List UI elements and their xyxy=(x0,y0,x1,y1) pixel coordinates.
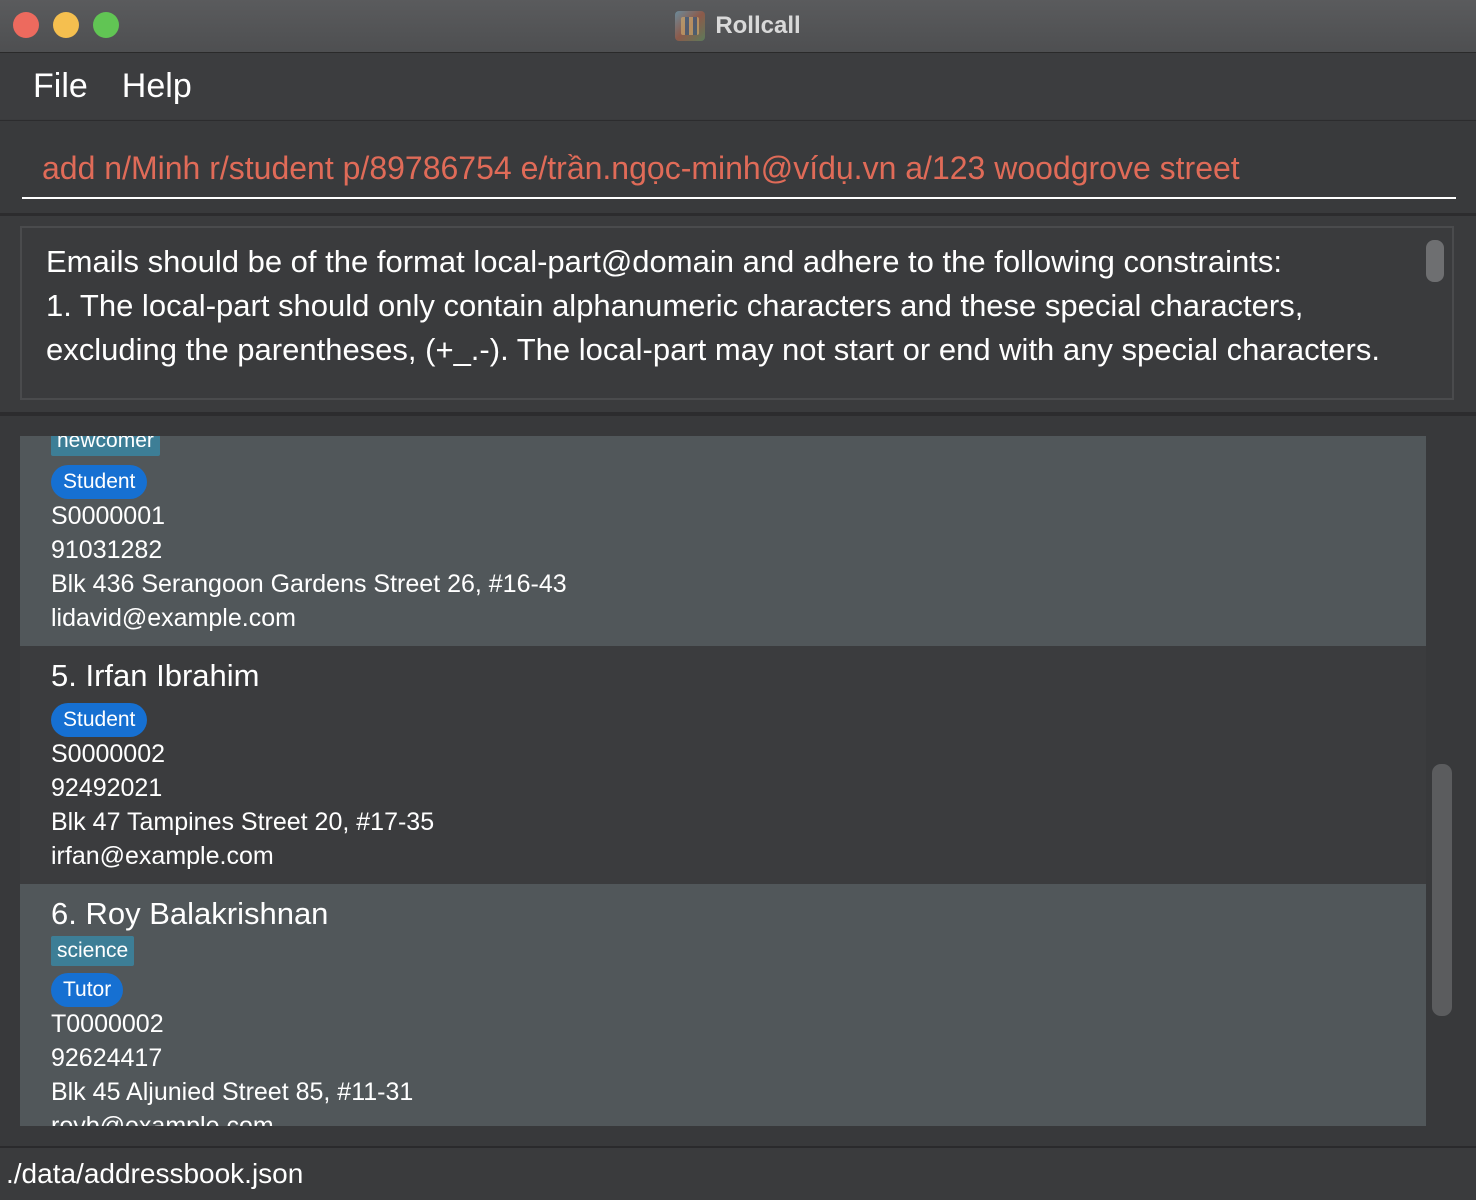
result-display-area: Emails should be of the format local-par… xyxy=(0,216,1476,416)
person-phone: 92624417 xyxy=(51,1044,163,1072)
app-window: Rollcall File Help Emails should be of t… xyxy=(0,0,1476,1200)
person-card[interactable]: 6. Roy Balakrishnan science Tutor T00000… xyxy=(20,884,1426,1126)
person-tag: science xyxy=(51,936,135,966)
menu-bar: File Help xyxy=(0,53,1476,119)
command-input[interactable] xyxy=(22,139,1456,199)
person-email: royb@example.com xyxy=(51,1112,274,1126)
window-title: Rollcall xyxy=(715,12,801,39)
person-role-badge: Student xyxy=(51,465,148,499)
title-group: Rollcall xyxy=(0,0,1476,52)
person-id: S0000002 xyxy=(51,740,166,768)
person-email: lidavid@example.com xyxy=(51,604,296,632)
command-box xyxy=(0,120,1476,217)
person-name: 5. Irfan Ibrahim xyxy=(51,658,260,693)
status-bar: ./data/addressbook.json xyxy=(0,1146,1476,1200)
person-role-badge: Tutor xyxy=(51,973,124,1007)
title-bar: Rollcall xyxy=(0,0,1476,53)
person-id: T0000002 xyxy=(51,1010,164,1038)
result-message: Emails should be of the format local-par… xyxy=(46,244,1380,367)
person-id: S0000001 xyxy=(51,502,166,530)
menu-help[interactable]: Help xyxy=(122,67,198,106)
person-address: Blk 436 Serangoon Gardens Street 26, #16… xyxy=(51,570,567,598)
person-list-panel: newcomer Student S0000001 91031282 Blk 4… xyxy=(0,416,1476,1146)
save-file-path: ./data/addressbook.json xyxy=(6,1158,304,1189)
person-email: irfan@example.com xyxy=(51,842,274,870)
result-display[interactable]: Emails should be of the format local-par… xyxy=(20,226,1454,400)
person-address: Blk 47 Tampines Street 20, #17-35 xyxy=(51,808,435,836)
person-tag: newcomer xyxy=(51,436,160,456)
app-logo-icon xyxy=(675,11,706,41)
person-address: Blk 45 Aljunied Street 85, #11-31 xyxy=(51,1078,414,1106)
result-scrollbar[interactable] xyxy=(1426,240,1444,282)
menu-file[interactable]: File xyxy=(33,67,94,106)
person-phone: 92492021 xyxy=(51,774,163,802)
person-card[interactable]: 5. Irfan Ibrahim Student S0000002 924920… xyxy=(20,646,1426,884)
person-phone: 91031282 xyxy=(51,536,163,564)
person-name: 6. Roy Balakrishnan xyxy=(51,896,329,931)
person-list[interactable]: newcomer Student S0000001 91031282 Blk 4… xyxy=(20,436,1426,1126)
person-role-badge: Student xyxy=(51,703,148,737)
person-list-scrollbar[interactable] xyxy=(1432,764,1452,1016)
person-card[interactable]: newcomer Student S0000001 91031282 Blk 4… xyxy=(20,436,1426,646)
